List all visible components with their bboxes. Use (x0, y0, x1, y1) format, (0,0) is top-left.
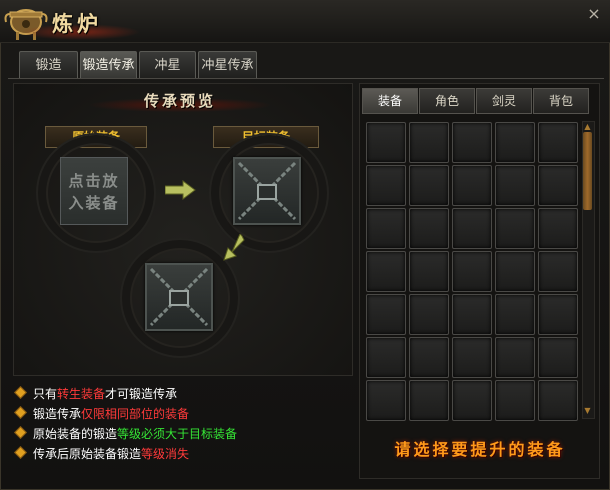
inventory-slot[interactable] (538, 208, 578, 249)
tab-star[interactable]: 冲星 (139, 51, 196, 79)
diamond-bullet-icon (14, 446, 27, 459)
inventory-slot[interactable] (452, 337, 492, 378)
select-equipment-prompt: 请选择要提升的装备 (394, 440, 566, 459)
inventory-slot[interactable] (495, 294, 535, 335)
result-equipment-slot[interactable] (145, 263, 213, 331)
inventory-slot[interactable] (495, 165, 535, 206)
note-highlight: 等级必须大于目标装备 (117, 427, 238, 441)
note-text: 只有 (33, 387, 58, 401)
inventory-slot[interactable] (452, 251, 492, 292)
note-2: 锻造传承仅限相同部位的装备 (14, 405, 189, 423)
inventory-slot[interactable] (495, 337, 535, 378)
inventory-tab-sword-spirit[interactable]: 剑灵 (476, 88, 532, 114)
inventory-slot[interactable] (366, 294, 406, 335)
inventory-slot[interactable] (409, 380, 449, 421)
inventory-slot[interactable] (452, 380, 492, 421)
title-bar: 炼炉 × (0, 0, 610, 43)
diamond-bullet-icon (14, 406, 27, 419)
inventory-slot[interactable] (366, 122, 406, 163)
scroll-down-icon[interactable]: ▼ (582, 406, 593, 416)
inventory-slot[interactable] (495, 208, 535, 249)
target-equipment-slot[interactable] (233, 157, 301, 225)
tab-forge-inherit[interactable]: 锻造传承 (80, 51, 137, 79)
note-highlight: 等级消失 (141, 447, 190, 461)
inventory-slot[interactable] (452, 208, 492, 249)
window-title: 炼炉 (52, 11, 102, 36)
inventory-slot[interactable] (495, 380, 535, 421)
close-button[interactable]: × (585, 5, 603, 23)
note-3: 原始装备的锻造等级必须大于目标装备 (14, 425, 237, 443)
inventory-slot[interactable] (538, 294, 578, 335)
note-highlight: 转生装备 (57, 387, 106, 401)
inventory-slot[interactable] (366, 337, 406, 378)
diamond-bullet-icon (14, 426, 27, 439)
note-text: 传承后原始装备锻造 (33, 447, 142, 461)
inventory-slot[interactable] (409, 337, 449, 378)
tab-forge[interactable]: 锻造 (19, 51, 78, 79)
chain-lock-icon (149, 267, 209, 327)
inventory-tab-bag[interactable]: 背包 (533, 88, 589, 114)
inventory-slot[interactable] (538, 165, 578, 206)
inventory-slot[interactable] (409, 165, 449, 206)
inventory-slot[interactable] (452, 294, 492, 335)
diamond-bullet-icon (14, 386, 27, 399)
inventory-slot[interactable] (538, 380, 578, 421)
note-1: 只有转生装备才可锻造传承 (14, 385, 177, 403)
note-text: 原始装备的锻造 (33, 427, 118, 441)
inventory-slot[interactable] (452, 122, 492, 163)
source-equipment-slot[interactable]: 点击放入装备 (60, 157, 128, 225)
note-text: 锻造传承 (33, 407, 82, 421)
inventory-tab-equipment[interactable]: 装备 (362, 88, 418, 114)
arrow-right-icon (165, 180, 196, 200)
inventory-slot[interactable] (366, 251, 406, 292)
inventory-tab-character[interactable]: 角色 (419, 88, 475, 114)
inventory-slot[interactable] (495, 122, 535, 163)
inventory-slot[interactable] (366, 380, 406, 421)
inventory-slot[interactable] (409, 208, 449, 249)
chain-lock-icon (237, 161, 297, 221)
inventory-slot[interactable] (366, 165, 406, 206)
scroll-thumb[interactable] (583, 132, 592, 210)
inventory-slot[interactable] (538, 251, 578, 292)
tab-star-inherit[interactable]: 冲星传承 (198, 51, 257, 79)
inventory-slot[interactable] (409, 122, 449, 163)
inventory-slot[interactable] (409, 294, 449, 335)
note-text: 才可锻造传承 (105, 387, 178, 401)
inventory-slot[interactable] (366, 208, 406, 249)
scroll-up-icon[interactable]: ▲ (582, 122, 593, 132)
inventory-slot[interactable] (538, 122, 578, 163)
note-4: 传承后原始装备锻造等级消失 (14, 445, 189, 463)
note-highlight: 仅限相同部位的装备 (81, 407, 190, 421)
inventory-slot[interactable] (452, 165, 492, 206)
inventory-slot[interactable] (409, 251, 449, 292)
arrow-down-left-icon (223, 234, 245, 261)
inventory-slot[interactable] (538, 337, 578, 378)
preview-title: 传承预览 (143, 92, 216, 110)
inventory-slot[interactable] (495, 251, 535, 292)
